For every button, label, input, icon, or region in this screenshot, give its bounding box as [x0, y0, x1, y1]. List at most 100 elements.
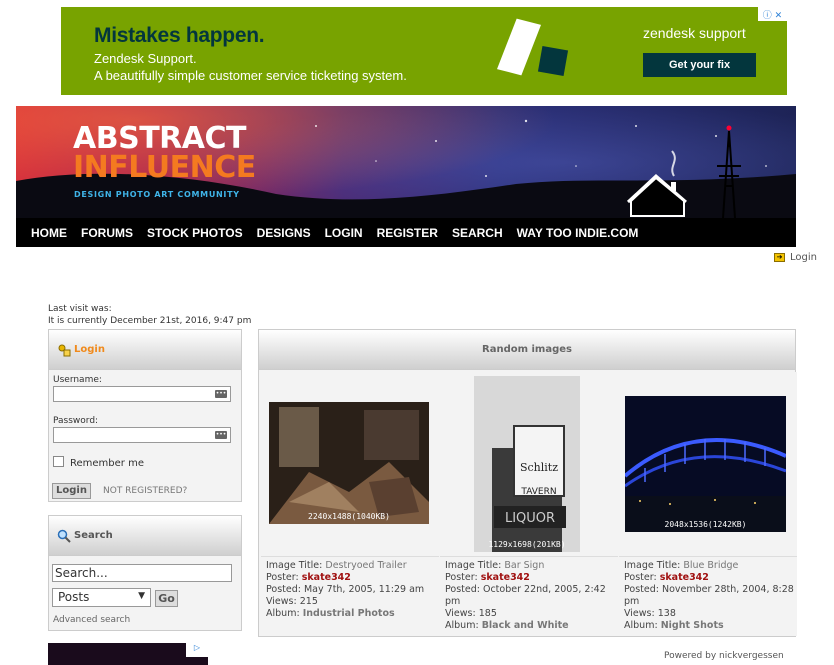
- random-images-title: Random images: [259, 330, 795, 370]
- ad-brand: zendesk support: [643, 25, 746, 41]
- views-label: Views:: [445, 608, 476, 619]
- powered-by: Powered by nickvergessen: [664, 651, 784, 661]
- poster-label: Poster:: [624, 572, 657, 583]
- views-count: 138: [657, 608, 676, 619]
- posted-label: Posted:: [445, 584, 480, 595]
- ad-graphic-dark: [537, 45, 569, 77]
- posted-label: Posted:: [624, 584, 659, 595]
- main-nav: HOME FORUMS STOCK PHOTOS DESIGNS LOGIN R…: [16, 218, 796, 247]
- search-scope-value: Posts: [58, 590, 90, 604]
- top-login-link[interactable]: ➔ Login: [774, 252, 817, 263]
- visit-info: Last visit was: It is currently December…: [48, 303, 251, 327]
- image-title[interactable]: Blue Bridge: [683, 560, 738, 571]
- current-time: It is currently December 21st, 2016, 9:4…: [48, 316, 252, 326]
- random-image-card: Schlitz TAVERN LIQUOR 1129x1698(201KB) I…: [440, 372, 618, 636]
- ad-choices-close-icon[interactable]: ⓘ ✕: [758, 7, 787, 21]
- poster-label: Poster:: [266, 572, 299, 583]
- logo-tagline: DESIGN PHOTO ART COMMUNITY: [74, 190, 240, 199]
- nav-forums[interactable]: FORUMS: [81, 226, 133, 240]
- search-go-button[interactable]: Go: [155, 590, 178, 607]
- title-label: Image Title:: [445, 560, 502, 571]
- search-panel: Search Search... Posts ▼ Go Advanced sea…: [48, 515, 242, 631]
- nav-stock-photos[interactable]: STOCK PHOTOS: [147, 226, 243, 240]
- album-label: Album:: [624, 620, 658, 631]
- ad-choices-icon[interactable]: ▷: [186, 643, 208, 657]
- username-field[interactable]: •••: [53, 386, 231, 402]
- ad-cta-button[interactable]: Get your fix: [643, 53, 756, 77]
- search-panel-title: Search: [74, 530, 113, 541]
- password-label: Password:: [53, 416, 99, 426]
- remember-me-label: Remember me: [70, 458, 144, 469]
- login-arrow-icon: ➔: [774, 253, 785, 262]
- random-images-panel: Random images 2240x1488(1040KB) Image Ti…: [258, 329, 797, 637]
- title-label: Image Title:: [624, 560, 681, 571]
- views-count: 185: [478, 608, 497, 619]
- image-title[interactable]: Destryoed Trailer: [325, 560, 406, 571]
- ad-graphic-white: [496, 18, 542, 76]
- poster-link[interactable]: skate342: [481, 572, 530, 583]
- logo-influence[interactable]: INFLUENCE: [73, 150, 256, 185]
- nav-register[interactable]: REGISTER: [377, 226, 438, 240]
- advanced-search-link[interactable]: Advanced search: [53, 615, 130, 625]
- password-manager-icon[interactable]: •••: [215, 390, 227, 398]
- login-button[interactable]: Login: [52, 483, 91, 499]
- password-field[interactable]: •••: [53, 427, 231, 443]
- login-panel: Login Username: ••• Password: ••• Rememb…: [48, 329, 242, 502]
- nav-search[interactable]: SEARCH: [452, 226, 503, 240]
- image-title[interactable]: Bar Sign: [504, 560, 544, 571]
- remember-me-checkbox[interactable]: [53, 456, 64, 467]
- nav-login[interactable]: LOGIN: [325, 226, 363, 240]
- last-visit: Last visit was:: [48, 304, 112, 314]
- advertisement-banner[interactable]: Mistakes happen. Zendesk Support. A beau…: [61, 7, 787, 95]
- password-manager-icon[interactable]: •••: [215, 431, 227, 439]
- search-panel-header: Search: [49, 516, 241, 556]
- poster-link[interactable]: skate342: [660, 572, 709, 583]
- random-image-card: 2048x1536(1242KB) Image Title: Blue Brid…: [619, 372, 797, 636]
- site-header: ABSTRACT INFLUENCE DESIGN PHOTO ART COMM…: [16, 106, 796, 247]
- image-thumbnail[interactable]: 2048x1536(1242KB): [625, 396, 786, 532]
- image-dimensions: 2048x1536(1242KB): [664, 520, 747, 529]
- login-panel-header: Login: [49, 330, 241, 370]
- album-label: Album:: [266, 608, 300, 619]
- svg-text:Schlitz: Schlitz: [520, 461, 558, 474]
- powered-label: Powered by: [664, 651, 717, 661]
- image-info: Image Title: Destryoed Trailer Poster: s…: [266, 560, 436, 620]
- login-panel-title: Login: [74, 344, 105, 355]
- image-thumbnail[interactable]: Schlitz TAVERN LIQUOR 1129x1698(201KB): [474, 376, 580, 552]
- powered-by-link[interactable]: nickvergessen: [719, 651, 784, 661]
- svg-text:TAVERN: TAVERN: [520, 487, 556, 497]
- album-link[interactable]: Black and White: [482, 620, 569, 631]
- top-login-label: Login: [790, 252, 817, 263]
- nav-designs[interactable]: DESIGNS: [257, 226, 311, 240]
- card-divider: [261, 556, 439, 557]
- search-icon: [57, 529, 71, 543]
- ad-subline-1: Zendesk Support.: [94, 51, 197, 66]
- posted-label: Posted:: [266, 584, 301, 595]
- card-divider: [619, 556, 797, 557]
- username-label: Username:: [53, 375, 102, 385]
- search-scope-select[interactable]: Posts ▼: [52, 588, 151, 607]
- views-label: Views:: [266, 596, 297, 607]
- album-link[interactable]: Night Shots: [661, 620, 724, 631]
- posted-date: May 7th, 2005, 11:29 am: [303, 584, 425, 595]
- album-link[interactable]: Industrial Photos: [303, 608, 395, 619]
- bar-sign-photo: Schlitz TAVERN LIQUOR: [474, 376, 580, 552]
- image-dimensions: 1129x1698(201KB): [488, 540, 566, 549]
- poster-label: Poster:: [445, 572, 478, 583]
- image-info: Image Title: Blue Bridge Poster: skate34…: [624, 560, 794, 632]
- nav-home[interactable]: HOME: [31, 226, 67, 240]
- ad-headline: Mistakes happen.: [94, 24, 265, 47]
- album-label: Album:: [445, 620, 479, 631]
- image-thumbnail[interactable]: 2240x1488(1040KB): [269, 402, 429, 524]
- poster-link[interactable]: skate342: [302, 572, 351, 583]
- search-input[interactable]: Search...: [52, 564, 232, 582]
- image-info: Image Title: Bar Sign Poster: skate342 P…: [445, 560, 615, 632]
- card-divider: [440, 556, 618, 557]
- nav-way-too-indie[interactable]: WAY TOO INDIE.COM: [517, 226, 639, 240]
- random-image-card: 2240x1488(1040KB) Image Title: Destryoed…: [261, 372, 439, 636]
- image-dimensions: 2240x1488(1040KB): [308, 512, 390, 521]
- user-key-icon: [58, 344, 71, 356]
- svg-text:LIQUOR: LIQUOR: [505, 511, 555, 526]
- not-registered-link[interactable]: NOT REGISTERED?: [103, 486, 187, 496]
- bottom-advertisement[interactable]: ▷: [48, 643, 208, 665]
